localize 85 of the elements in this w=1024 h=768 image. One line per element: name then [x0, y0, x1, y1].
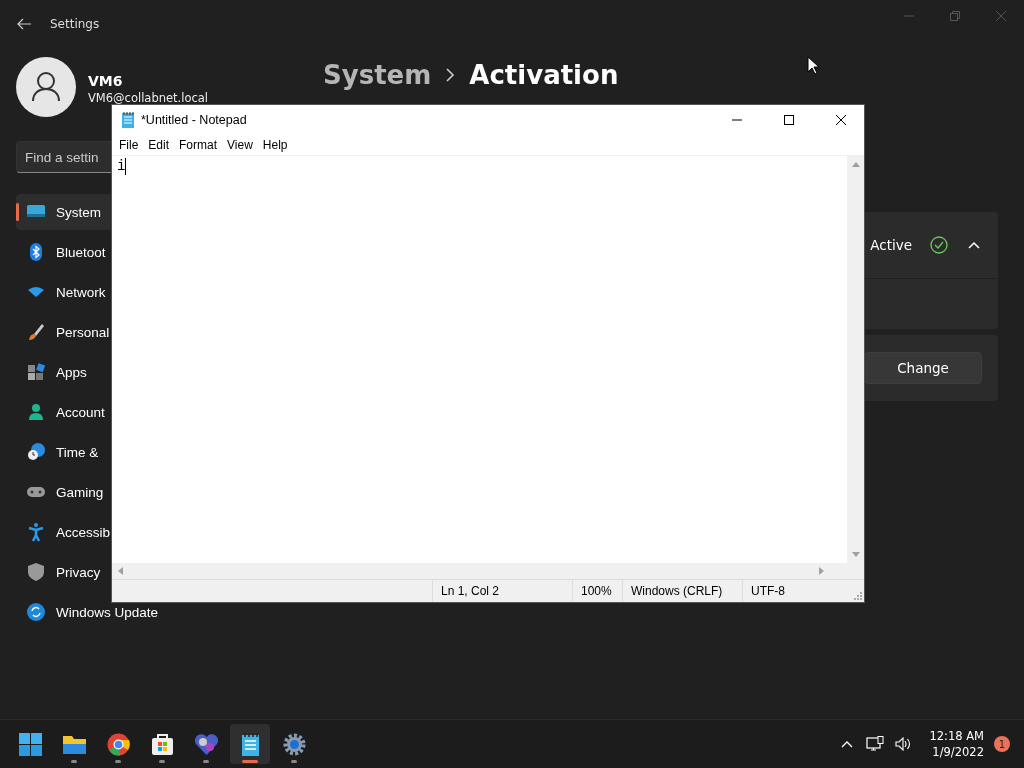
text-caret [125, 158, 127, 175]
change-button[interactable]: Change [864, 352, 982, 384]
person-icon [26, 402, 46, 422]
window-title: Settings [50, 17, 100, 31]
status-text: Ln 1, Col 2 [432, 580, 572, 602]
chevron-right-icon [445, 67, 456, 83]
status-text: Windows (CRLF) [622, 580, 742, 602]
scroll-down-icon [851, 552, 860, 558]
notification-badge[interactable]: 1 [994, 736, 1010, 752]
resize-grip-icon [852, 590, 862, 600]
user-name: VM6 [88, 73, 124, 89]
nav-label: Personal [56, 324, 110, 340]
nav-label: Time & [56, 444, 99, 460]
running-indicator [71, 760, 77, 763]
nav-label: Gaming [56, 484, 104, 500]
check-circle-icon [930, 236, 948, 254]
nav-label: Privacy [56, 564, 101, 580]
refresh-icon [26, 602, 46, 622]
breadcrumb-item[interactable]: System [323, 60, 432, 90]
running-indicator [242, 760, 258, 763]
close-icon [836, 115, 846, 125]
nav-label: Windows Update [56, 604, 159, 620]
back-arrow-icon [17, 18, 31, 30]
mouse-pointer-icon [807, 56, 819, 75]
brush-icon [26, 322, 46, 342]
notepad-icon [121, 111, 135, 129]
status-text: 100% [572, 580, 622, 602]
breadcrumb-item: Activation [469, 60, 619, 90]
maximize-icon [784, 115, 794, 125]
nav-label: System [56, 204, 101, 220]
nav-item[interactable]: Gaming [16, 474, 112, 510]
nav-label: Bluetoot [56, 244, 106, 260]
accessibility-icon [26, 522, 46, 542]
horizontal-scrollbar[interactable] [112, 563, 847, 579]
text-area[interactable]: i [112, 156, 847, 563]
media-icon [193, 731, 219, 757]
scroll-left-icon [117, 567, 123, 575]
menu-item[interactable]: File [114, 138, 144, 152]
apps-icon [26, 362, 46, 382]
restore-icon [950, 11, 960, 21]
store-icon [149, 731, 175, 757]
menu-item[interactable]: Edit [143, 138, 175, 152]
status-text: UTF-8 [742, 580, 847, 602]
vertical-scrollbar[interactable] [847, 156, 864, 563]
editor-text: i [117, 157, 126, 175]
activation-status: Active [870, 237, 912, 253]
gear-icon [281, 731, 307, 757]
nav-item[interactable]: Apps [16, 354, 112, 390]
chevron-up-icon [841, 740, 854, 748]
network-icon [866, 736, 885, 752]
clock-globe-icon [26, 442, 46, 462]
nav-item[interactable]: Windows Update [16, 594, 159, 630]
nav-item[interactable]: System [16, 194, 112, 230]
nav-label: Network [56, 284, 106, 300]
nav-item[interactable]: Bluetoot [16, 234, 112, 270]
nav-item[interactable]: Privacy [16, 554, 112, 590]
nav-item[interactable]: Account [16, 394, 112, 430]
running-indicator [291, 760, 297, 763]
nav-item[interactable]: Time & [16, 434, 112, 470]
running-indicator [115, 760, 121, 763]
nav-label: Account [56, 404, 105, 420]
shield-icon [26, 562, 46, 582]
nav-label: Accessib [56, 524, 111, 540]
speaker-icon [895, 737, 912, 751]
window-title: *Untitled - Notepad [141, 113, 247, 127]
clock-button[interactable]: 12:18 AM 1/9/2022 [919, 728, 990, 760]
menu-item[interactable]: Format [174, 138, 223, 152]
taskbar-button[interactable] [230, 724, 270, 764]
nav-item[interactable]: Network [16, 274, 112, 310]
start-icon [17, 731, 43, 757]
menu-item[interactable]: Help [257, 138, 293, 152]
scroll-right-icon [819, 567, 825, 575]
user-email: VM6@collabnet.local [88, 91, 209, 105]
close-icon [996, 11, 1006, 21]
running-indicator [159, 760, 165, 763]
nav-item[interactable]: Personal [16, 314, 112, 350]
avatar-icon [16, 57, 76, 117]
search-field[interactable]: Find a settin [16, 141, 112, 173]
running-indicator [203, 760, 209, 763]
nav-item[interactable]: Accessib [16, 514, 112, 550]
nav-label: Apps [56, 364, 87, 380]
chevron-up-icon [968, 241, 980, 249]
browser-icon [105, 731, 131, 757]
scroll-up-icon [851, 161, 860, 167]
menu-item[interactable]: View [222, 138, 258, 152]
